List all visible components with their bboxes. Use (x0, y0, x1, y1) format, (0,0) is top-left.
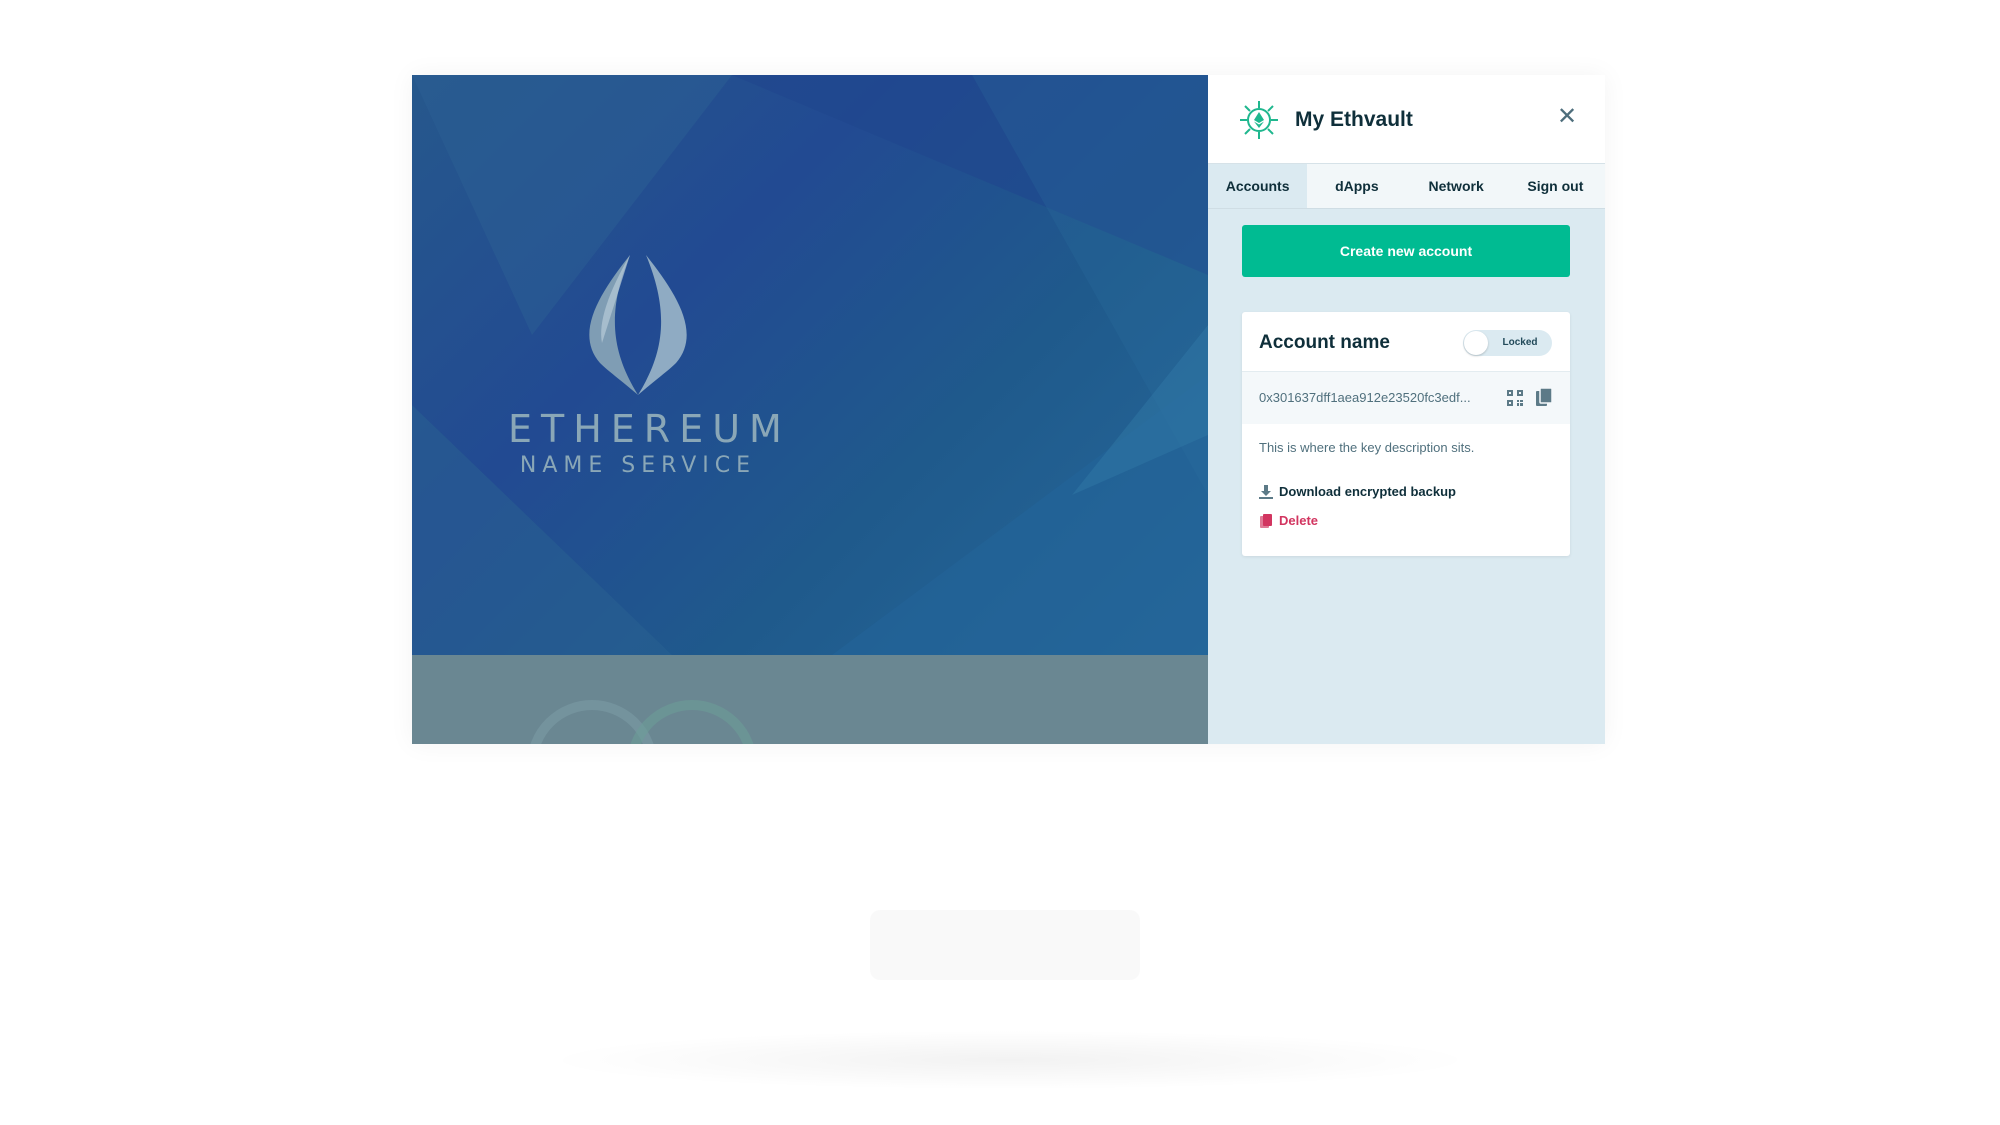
tab-accounts[interactable]: Accounts (1208, 164, 1308, 208)
lock-status-label: Locked (1502, 337, 1538, 348)
download-backup-link[interactable]: Download encrypted backup (1259, 484, 1456, 499)
account-description: This is where the key description sits. (1259, 440, 1475, 455)
backdrop-shadow (540, 1030, 1480, 1090)
device-screen: ETHEREUM NAME SERVICE My Ethvault ✕ Acco… (412, 75, 1605, 744)
ethvault-panel: My Ethvault ✕ Accounts dApps Network Sig… (1208, 75, 1605, 744)
account-address: 0x301637dff1aea912e23520fc3edf... (1259, 390, 1471, 405)
ens-logo-icon (589, 255, 687, 395)
delete-account-link[interactable]: Delete (1259, 513, 1318, 528)
lock-toggle[interactable]: Locked (1463, 330, 1552, 356)
delete-icon (1260, 513, 1272, 528)
webpage-footer-area (412, 655, 1208, 744)
panel-tabs: Accounts dApps Network Sign out (1208, 164, 1605, 209)
tab-network[interactable]: Network (1407, 164, 1506, 208)
ens-logo-title: ETHEREUM (508, 407, 791, 451)
ens-logo-text: ETHEREUM NAME SERVICE (508, 407, 791, 481)
tab-dapps[interactable]: dApps (1307, 164, 1406, 208)
panel-title: My Ethvault (1295, 108, 1413, 131)
panel-header: My Ethvault ✕ (1208, 75, 1605, 164)
close-icon[interactable]: ✕ (1555, 105, 1579, 129)
ens-logo-subtitle: NAME SERVICE (519, 453, 757, 478)
download-backup-label: Download encrypted backup (1279, 484, 1456, 499)
copy-icon[interactable] (1536, 388, 1552, 407)
download-icon (1259, 484, 1273, 499)
lock-toggle-knob (1464, 331, 1488, 355)
address-row: 0x301637dff1aea912e23520fc3edf... (1242, 371, 1570, 424)
account-card: Account name Locked 0x301637dff1aea912e2… (1242, 312, 1570, 556)
create-account-button[interactable]: Create new account (1242, 225, 1570, 277)
hero-background-shapes (412, 75, 1208, 655)
ens-webpage: ETHEREUM NAME SERVICE (412, 75, 1208, 655)
tab-sign-out[interactable]: Sign out (1506, 164, 1605, 208)
account-name: Account name (1259, 332, 1390, 353)
qr-code-icon[interactable] (1507, 390, 1523, 406)
footer-circles (530, 700, 754, 744)
ethvault-logo-icon (1240, 101, 1278, 139)
backdrop-glow (870, 910, 1140, 980)
delete-label: Delete (1279, 513, 1319, 528)
